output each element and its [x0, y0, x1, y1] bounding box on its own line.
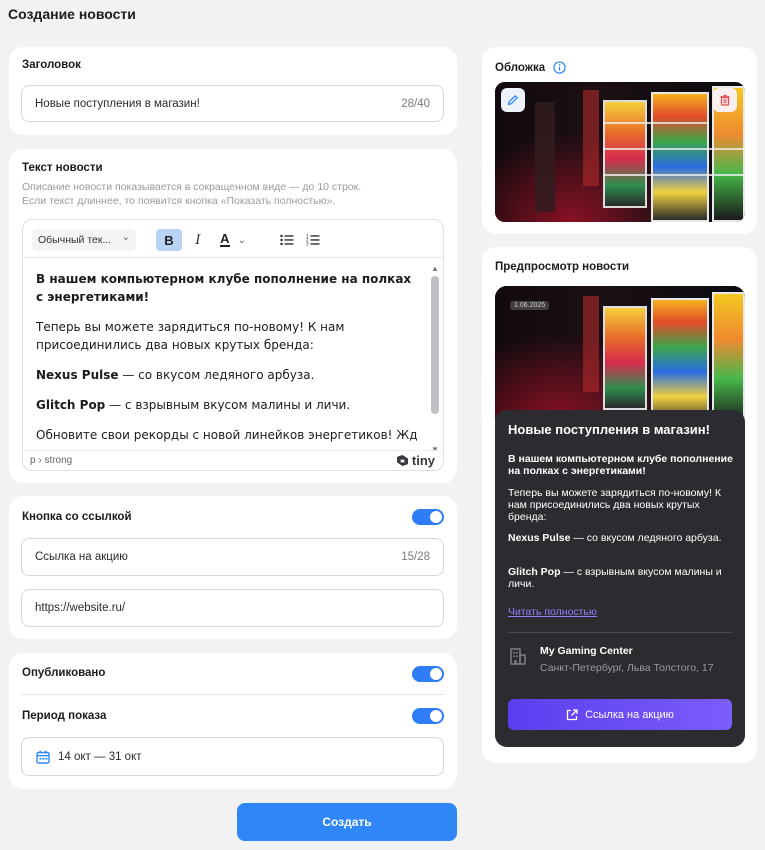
preview-content: Новые поступления в магазин! В нашем ком… [495, 410, 745, 747]
building-icon [510, 648, 526, 665]
period-toggle[interactable] [412, 708, 444, 724]
svg-text:3: 3 [306, 242, 309, 247]
page-title: Создание новости [8, 6, 136, 22]
published-toggle[interactable] [412, 666, 444, 682]
text-color-button[interactable]: A ⌄ [213, 229, 253, 251]
fridge-image [603, 306, 647, 410]
brand-description: — со вкусом ледяного арбуза. [118, 368, 315, 382]
tiny-brand-text: tiny [411, 453, 435, 468]
pencil-icon [507, 95, 518, 106]
preview-button-label: Ссылка на акцию [585, 708, 674, 721]
date-range-value: 14 окт — 31 окт [58, 750, 142, 763]
bold-icon: B [164, 232, 174, 248]
headline-input[interactable]: Новые поступления в магазин! 28/40 [21, 85, 444, 122]
preview-paragraph: Glitch Pop — с взрывным вкусом малины и … [508, 566, 736, 590]
date-range-input[interactable]: 14 окт — 31 окт [21, 737, 444, 776]
editor-paragraph-lead: В нашем компьютерном клубе пополнение на… [36, 272, 412, 304]
body-label: Текст новости [22, 162, 103, 174]
headline-counter: 28/40 [401, 97, 430, 110]
brand-description: — со вкусом ледяного арбуза. [570, 532, 722, 544]
fridge-image [603, 100, 647, 208]
bullet-list-button[interactable] [274, 229, 300, 251]
brand-name: Nexus Pulse [36, 368, 119, 382]
body-hint-2: Если текст длиннее, то появится кнопка «… [22, 195, 336, 207]
editor-statusbar: p › strong tiny [23, 450, 443, 470]
link-url-input[interactable]: https://website.ru/ [21, 589, 444, 627]
brand-name: Glitch Pop [508, 566, 561, 578]
editor-toolbar: Обычный тек... ⌄ B I A ⌄ 123 [23, 220, 443, 258]
italic-icon: I [195, 232, 201, 248]
cover-label-text: Обложка [495, 62, 546, 74]
format-select[interactable]: Обычный тек... ⌄ [32, 229, 136, 251]
cover-card: Обложка [482, 47, 757, 234]
scrollbar-thumb[interactable] [431, 276, 439, 414]
preview-paragraph: Теперь вы можете зарядиться по-новому! К… [508, 487, 722, 523]
brand-description: — с взрывным вкусом малины и личи. [105, 398, 351, 412]
link-button-toggle[interactable] [412, 509, 444, 525]
chevron-down-icon: ⌄ [121, 232, 130, 243]
brand-name: Nexus Pulse [508, 532, 571, 544]
editor-scrollbar[interactable]: ▲ ▼ [431, 264, 439, 454]
delete-cover-button[interactable] [713, 88, 737, 112]
external-link-icon [566, 708, 578, 720]
publish-card: Опубликовано Период показа 14 окт — 31 о… [9, 653, 457, 789]
headline-value: Новые поступления в магазин! [35, 97, 200, 110]
fridge-image [712, 292, 745, 426]
link-button-label: Кнопка со ссылкой [22, 511, 132, 523]
preview-paragraph: Nexus Pulse — со вкусом ледяного арбуза. [508, 532, 736, 544]
headline-card: Заголовок Новые поступления в магазин! 2… [9, 47, 457, 135]
italic-button[interactable]: I [185, 229, 211, 251]
editor-paragraph: Glitch Pop — с взрывным вкусом малины и … [36, 396, 418, 414]
edit-cover-button[interactable] [501, 88, 525, 112]
read-more-link[interactable]: Читать полностью [508, 606, 597, 618]
bold-button[interactable]: B [156, 229, 182, 251]
brand-name: Glitch Pop [36, 398, 106, 412]
preview-label: Предпросмотр новости [495, 261, 630, 273]
divider [22, 694, 444, 695]
preview-link-button[interactable]: Ссылка на акцию [508, 699, 732, 730]
fridge-image [651, 92, 709, 222]
text-color-icon: A [220, 231, 230, 247]
preview-lead: В нашем компьютерном клубе пополнение на… [508, 453, 733, 477]
divider [508, 632, 732, 633]
preview-date: 1.06.2025 [510, 301, 550, 310]
scroll-up-icon[interactable]: ▲ [431, 264, 439, 273]
editor-content[interactable]: В нашем компьютерном клубе пополнение на… [36, 270, 418, 456]
preview-image: 1.06.2025 [495, 286, 745, 426]
editor-paragraph: Nexus Pulse — со вкусом ледяного арбуза. [36, 366, 418, 384]
info-icon[interactable] [553, 61, 566, 74]
editor-paragraph: Теперь вы можете зарядиться по-новому! К… [36, 320, 345, 352]
tiny-logo: tiny [397, 453, 435, 468]
calendar-icon [36, 750, 50, 764]
trash-icon [720, 94, 730, 106]
preview-title: Новые поступления в магазин! [508, 422, 710, 437]
headline-label: Заголовок [22, 59, 81, 71]
link-button-card: Кнопка со ссылкой Ссылка на акцию 15/28 … [9, 496, 457, 639]
body-card: Текст новости Описание новости показывае… [9, 149, 457, 483]
period-label: Период показа [22, 710, 107, 722]
numbered-list-button[interactable]: 123 [300, 229, 326, 251]
chevron-down-icon: ⌄ [237, 234, 246, 246]
body-hint-1: Описание новости показывается в сокращен… [22, 181, 362, 193]
news-preview: 1.06.2025 Новые поступления в магазин! В… [495, 286, 745, 747]
numbered-list-icon: 123 [306, 234, 320, 246]
venue-name: My Gaming Center [540, 645, 633, 657]
cover-image [495, 82, 745, 222]
link-url-value: https://website.ru/ [35, 602, 126, 614]
cover-label: Обложка [495, 61, 566, 74]
editor-paragraph: Обновите свои рекорды с новой линейков э… [36, 428, 418, 442]
element-path: p › strong [30, 455, 73, 466]
fridge-image [651, 298, 709, 426]
tiny-icon [397, 455, 409, 466]
format-select-value: Обычный тек... [38, 234, 112, 246]
venue-address: Санкт-Петербург, Льва Толстого, 17 [540, 662, 714, 674]
bullet-list-icon [280, 234, 294, 246]
link-text-input[interactable]: Ссылка на акцию 15/28 [21, 538, 444, 576]
rich-text-editor[interactable]: Обычный тек... ⌄ B I A ⌄ 123 В нашем ком… [22, 219, 444, 471]
link-text-counter: 15/28 [401, 551, 430, 563]
link-text-value: Ссылка на акцию [35, 551, 128, 563]
published-label: Опубликовано [22, 667, 106, 679]
create-button[interactable]: Создать [237, 803, 457, 841]
